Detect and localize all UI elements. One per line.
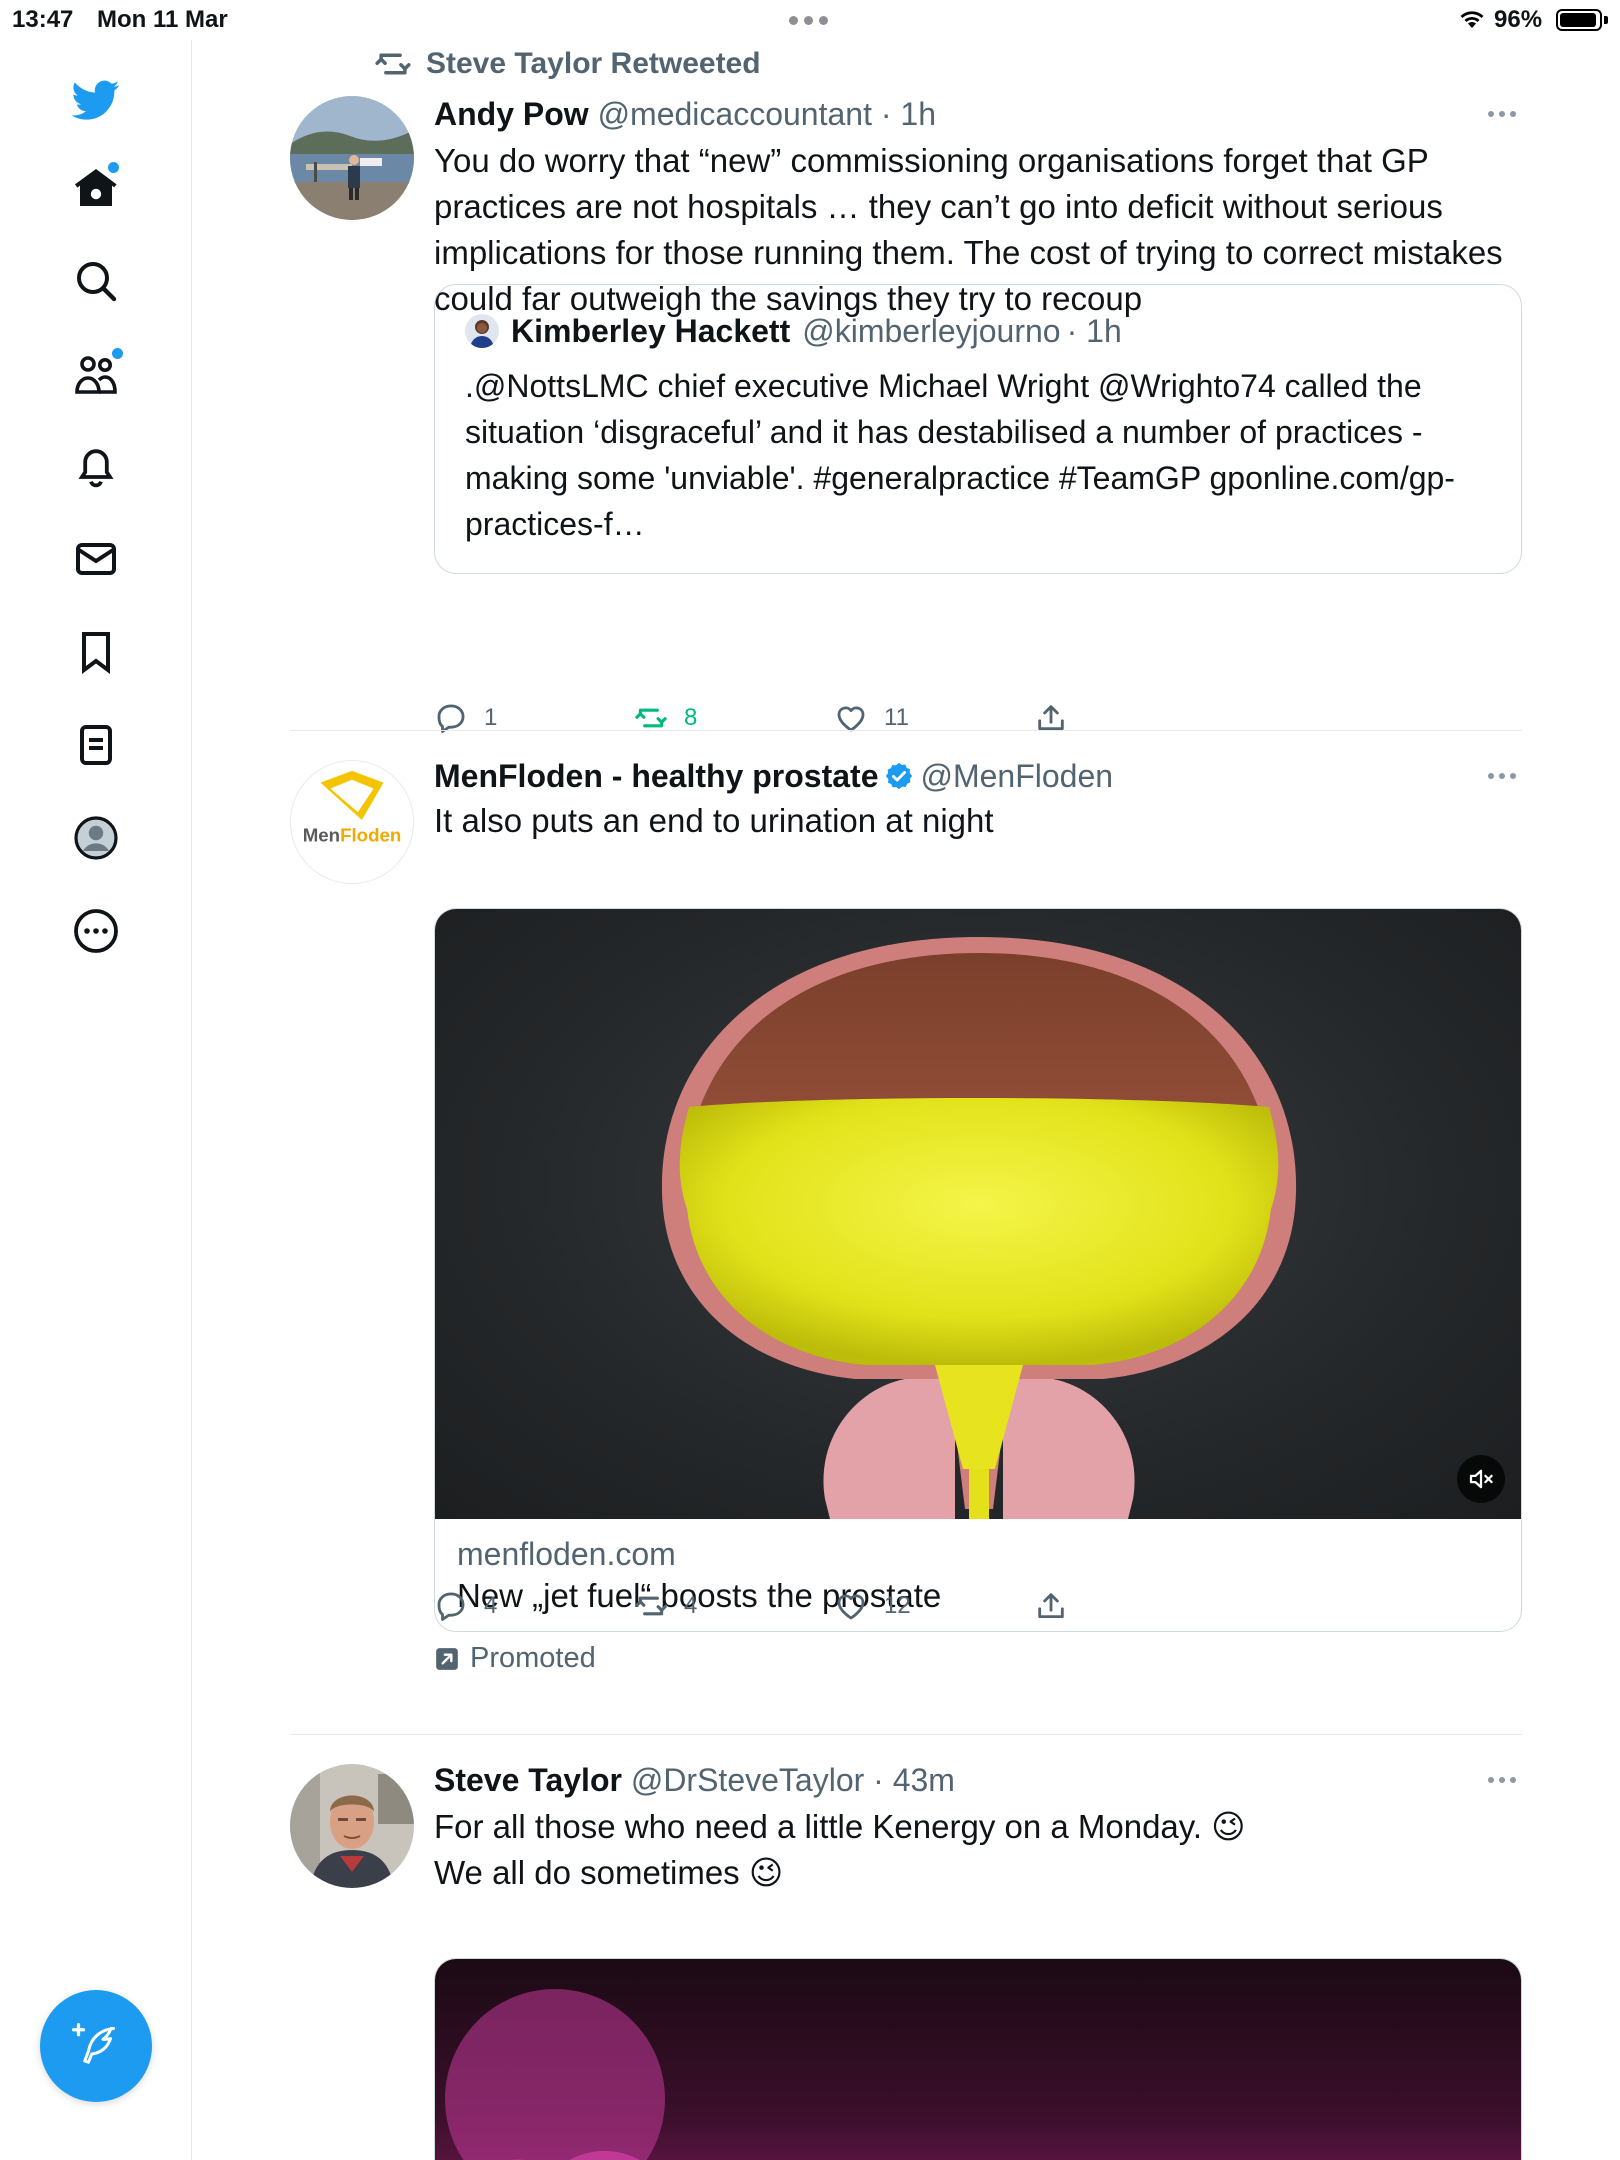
quote-header: Kimberley Hackett @kimberleyjourno · 1h (465, 311, 1491, 351)
promoted-icon (436, 1647, 458, 1670)
quote-text: .@NottsLMC chief executive Michael Wrigh… (465, 368, 1455, 542)
status-date: Mon 11 Mar (97, 6, 228, 33)
quote-tweet[interactable]: Kimberley Hackett @kimberleyjourno · 1h … (434, 284, 1522, 574)
tweet-more-button[interactable] (1482, 102, 1522, 126)
tweet-header: Andy Pow @medicaccountant · 1h (434, 94, 1522, 134)
promoted-text: Promoted (470, 1642, 596, 1674)
retweet-button[interactable]: 8 (634, 696, 697, 740)
author-name[interactable]: MenFloden - healthy prostate (434, 758, 878, 794)
tweet-video[interactable] (434, 1958, 1522, 2160)
lists-icon[interactable] (56, 705, 136, 785)
author-handle[interactable]: @DrSteveTaylor (631, 1762, 864, 1798)
reply-button[interactable]: 1 (434, 696, 497, 740)
avatar[interactable]: MenFloden (290, 760, 414, 884)
quote-author-handle: @kimberleyjourno (802, 313, 1061, 349)
author-handle[interactable]: @MenFloden (920, 758, 1113, 794)
tweet-more-button[interactable] (1482, 764, 1522, 788)
share-button[interactable] (1034, 1584, 1068, 1628)
bookmarks-icon[interactable] (56, 612, 136, 692)
card-domain: menfloden.com (457, 1536, 676, 1572)
home-notification-dot (108, 162, 119, 173)
battery-icon (1556, 9, 1602, 31)
notifications-icon[interactable] (56, 426, 136, 506)
retweet-icon (375, 53, 411, 75)
link-card[interactable]: menfloden.com New „jet fuel“ boosts the … (434, 908, 1522, 1632)
search-icon[interactable] (56, 241, 136, 321)
tweet-text-line-1: For all those who need a little Kenergy … (434, 1808, 1246, 1845)
battery-tip (1604, 16, 1608, 24)
author-handle[interactable]: @medicaccountant (598, 96, 872, 132)
tweet-time[interactable]: · 1h (881, 96, 936, 132)
like-count: 11 (884, 704, 909, 731)
status-time: 13:47 (12, 6, 74, 33)
status-bar: 13:47 Mon 11 Mar 96% (0, 0, 1620, 40)
tweet-text: It also puts an end to urination at nigh… (434, 802, 994, 839)
author-name[interactable]: Steve Taylor (434, 1762, 622, 1798)
like-button[interactable]: 12 (834, 1584, 911, 1628)
quote-time: · 1h (1066, 313, 1122, 349)
home-icon[interactable] (56, 148, 136, 228)
battery-percent: 96% (1494, 6, 1543, 33)
reply-icon (437, 1592, 465, 1621)
tweet-time[interactable]: · 43m (873, 1762, 955, 1798)
sidebar (0, 40, 192, 2160)
like-button[interactable]: 11 (834, 696, 909, 740)
quote-author-name: Kimberley Hackett (511, 313, 791, 349)
reply-count: 1 (484, 704, 498, 731)
tweet-more-button[interactable] (1482, 1768, 1522, 1792)
retweet-context[interactable]: Steve Taylor Retweeted (374, 42, 761, 86)
feather-plus-icon (71, 2023, 115, 2064)
tweet-header: MenFloden - healthy prostate @MenFloden (434, 756, 1522, 796)
wifi-icon (1460, 11, 1484, 28)
reply-button[interactable]: 4 (434, 1584, 497, 1628)
timeline: Steve Taylor Retweeted Andy Pow @medicac… (192, 40, 1620, 2160)
retweet-button[interactable]: 4 (634, 1584, 697, 1628)
retweet-count: 8 (684, 704, 698, 731)
speaker-muted-icon (1469, 1469, 1493, 1489)
svg-text:MenFloden: MenFloden (303, 825, 402, 846)
tweet-actions: 1 8 11 (434, 696, 1134, 740)
like-count: 12 (884, 1592, 911, 1619)
retweet-context-label: Steve Taylor Retweeted (426, 47, 761, 80)
retweet-icon (635, 1596, 667, 1616)
avatar[interactable] (290, 96, 414, 220)
share-icon (1038, 1593, 1064, 1619)
multitasking-dots-icon[interactable] (789, 16, 828, 25)
tweet-text-line-2: We all do sometimes 😉 (434, 1854, 784, 1891)
tweet-divider (290, 1734, 1522, 1735)
quote-avatar (465, 314, 499, 348)
tweet-divider (290, 730, 1522, 731)
reply-count: 4 (484, 1592, 498, 1619)
concert-video-thumbnail (435, 1959, 1521, 2160)
battery-level (1560, 13, 1596, 27)
communities-notification-dot (112, 348, 123, 359)
heart-icon (837, 1594, 865, 1620)
more-icon[interactable] (56, 891, 136, 971)
author-name[interactable]: Andy Pow (434, 96, 589, 132)
twitter-logo-icon[interactable] (56, 60, 136, 140)
mute-button[interactable] (1457, 1455, 1505, 1503)
promoted-label: Promoted (434, 1642, 596, 1675)
bladder-illustration (661, 937, 1297, 1519)
verified-badge-icon (886, 762, 913, 790)
promo-video[interactable] (435, 909, 1521, 1519)
avatar[interactable] (290, 1764, 414, 1888)
compose-tweet-button[interactable] (40, 1990, 152, 2102)
communities-icon[interactable] (56, 334, 136, 414)
retweet-count: 4 (684, 1592, 698, 1619)
tweet-header: Steve Taylor @DrSteveTaylor · 43m (434, 1760, 1522, 1800)
tweet-actions: 4 4 12 (434, 1584, 1134, 1628)
profile-icon[interactable] (56, 798, 136, 878)
messages-icon[interactable] (56, 519, 136, 599)
share-button[interactable] (1034, 696, 1068, 740)
